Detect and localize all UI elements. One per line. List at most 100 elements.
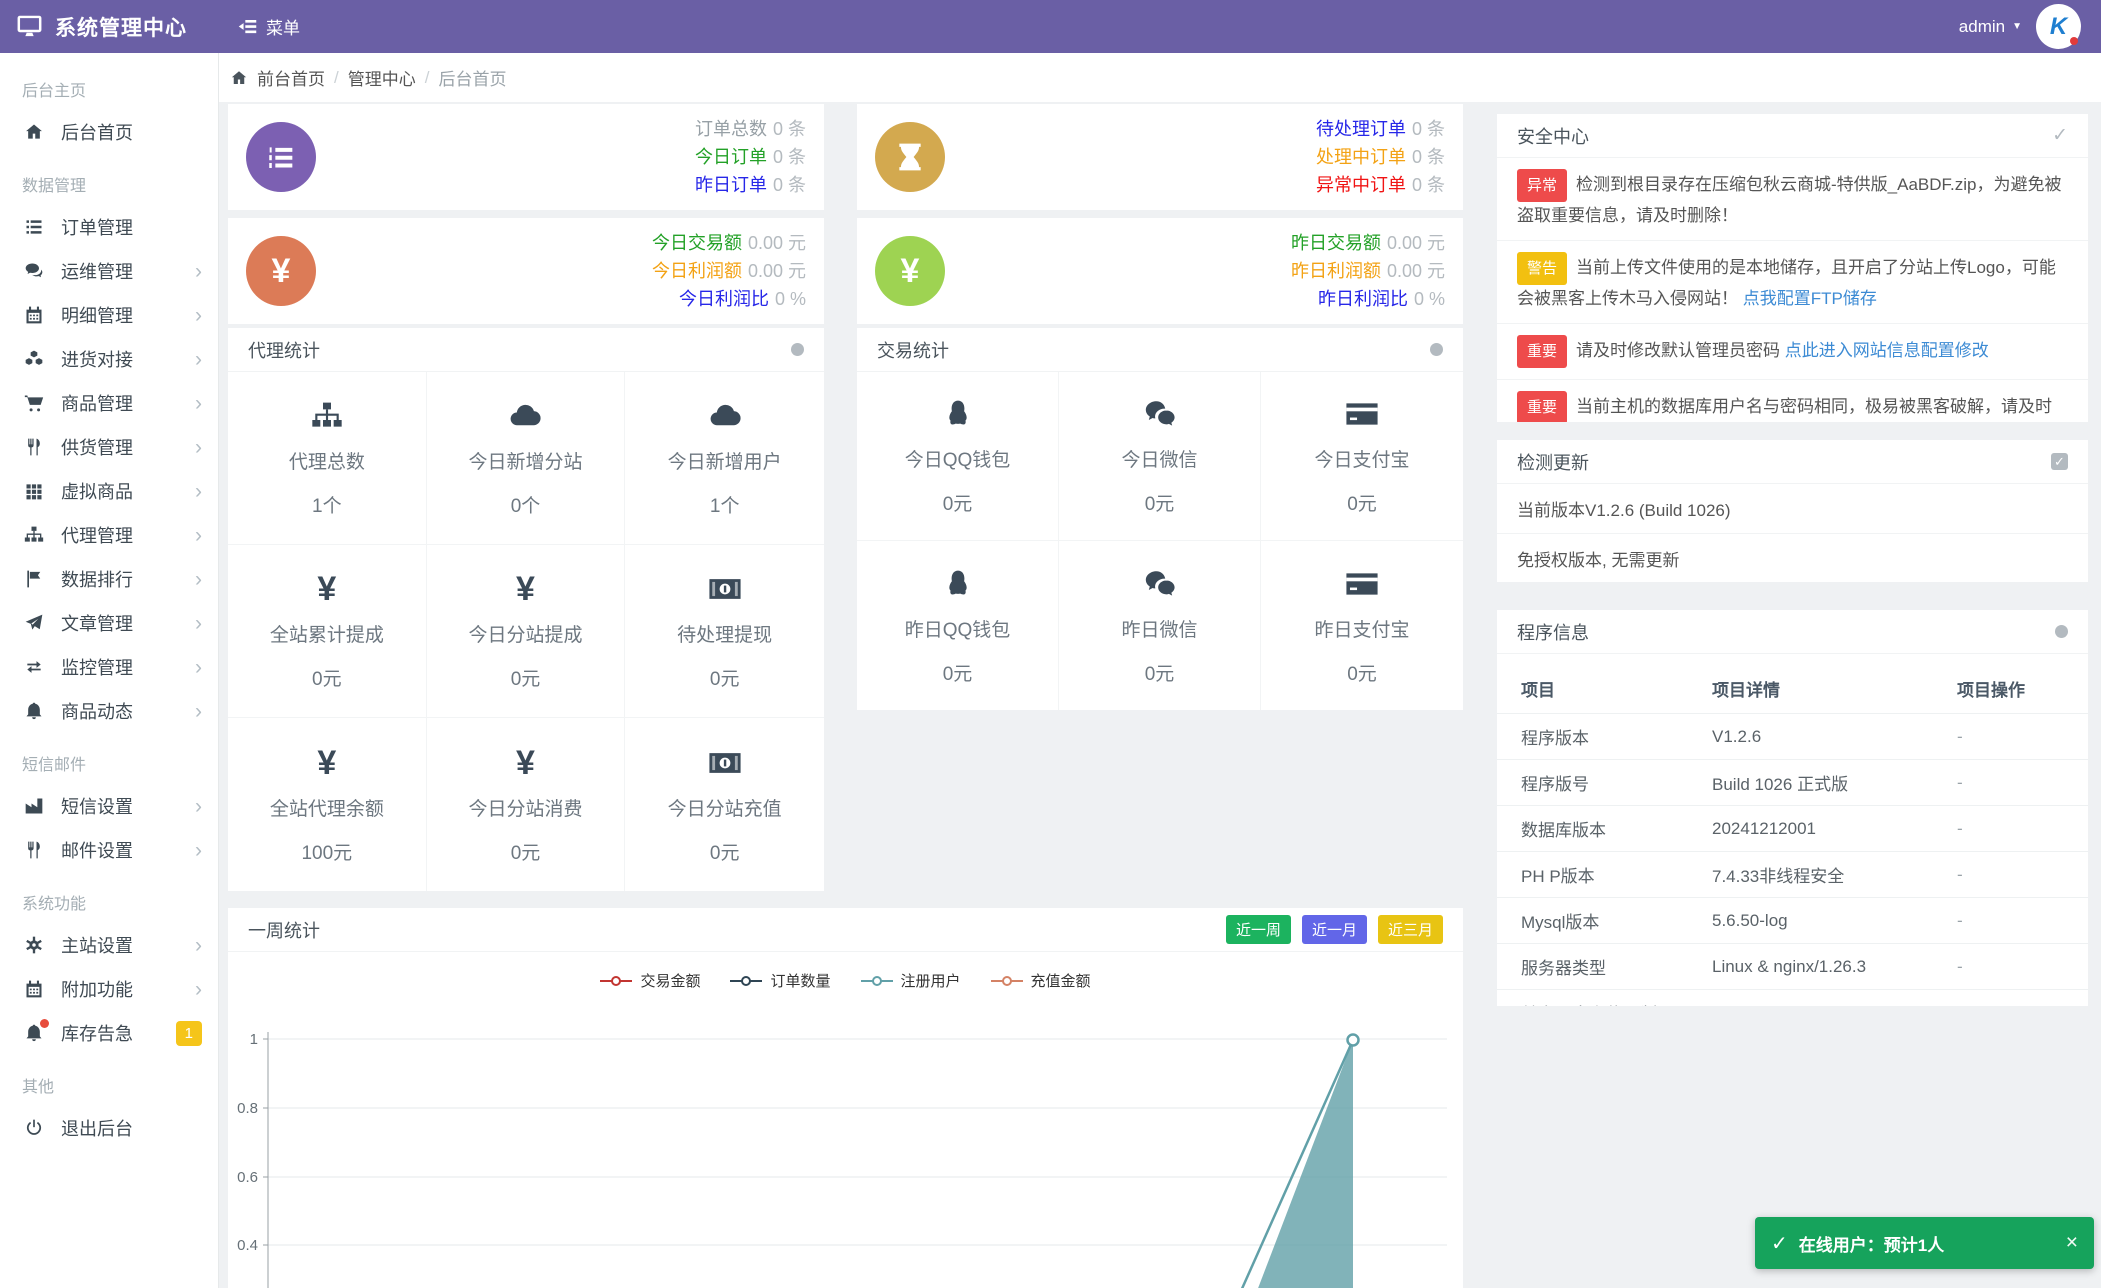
stat-cell-alipay-today: 今日支付宝 0元 [1261,372,1463,541]
dot-icon[interactable] [791,343,804,356]
qq-icon [942,396,974,432]
sidebar-item-site-settings[interactable]: 主站设置 › [0,923,218,967]
chevron-right-icon: › [195,347,202,371]
security-alert: 重要当前主机的数据库用户名与密码相同，极易被黑客破解，请及时修改数据库密码 [1497,380,2088,422]
dot-icon[interactable] [2055,625,2068,638]
sidebar-item-label: 明细管理 [61,306,133,326]
sidebar-item-orders[interactable]: 订单管理 [0,205,218,249]
sidebar-item-goods-news[interactable]: 商品动态 › [0,689,218,733]
sidebar-item-label: 后台首页 [61,123,133,143]
stat-cell-site-recharge: 今日分站充值 0元 [625,718,824,891]
alert-badge: 重要 [1517,335,1568,368]
sidebar-item-addons[interactable]: 附加功能 › [0,967,218,1011]
power-icon [24,1118,44,1138]
table-row: 程序版本 V1.2.6- [1497,713,2088,760]
pending-orders-card: 待处理订单 0 条 处理中订单 0 条 异常中订单 0 条 [857,104,1463,210]
range-quarter-button[interactable]: 近三月 [1377,915,1443,944]
avatar-dot [2070,37,2078,45]
sidebar-item-supply[interactable]: 供货管理 › [0,425,218,469]
table-row: 服务器类型 Linux & nginx/1.26.3- [1497,943,2088,990]
sidebar-item-stock-alert[interactable]: 库存告急 1 [0,1011,218,1055]
sidebar-item-sms-settings[interactable]: 短信设置 › [0,784,218,828]
sidebar-item-dashboard[interactable]: 后台首页 [0,110,218,154]
alert-badge: 异常 [1517,169,1568,202]
security-center-panel: 安全中心 ✓ 异常 检测到根目录存在压缩包秋云商城-特供版_AaBDF.zip，为避… [1497,114,2088,422]
comments-icon [24,261,44,281]
sidebar-item-goods[interactable]: 商品管理 › [0,381,218,425]
table-row: 单次最大上传限制500M- [1497,989,2088,1006]
credit-card-icon [1345,396,1379,432]
stat-cell-alipay-yesterday: 昨日支付宝 0元 [1261,541,1463,710]
brand[interactable]: 系统管理中心 [0,0,219,53]
chevron-right-icon: › [195,435,202,459]
yen-icon: ¥ [516,743,535,782]
stat-line: 昨日订单 0 条 [694,175,806,195]
site-logo-avatar[interactable]: K [2036,4,2081,49]
sidebar-item-virtual[interactable]: 虚拟商品 › [0,469,218,513]
sidebar-item-logout[interactable]: 退出后台 [0,1106,218,1150]
retweet-icon [24,657,44,677]
yesterday-trade-card: ¥ 昨日交易额 0.00 元 昨日利润额 0.00 元 昨日利润比 0 % [857,218,1463,324]
sidebar-item-mail-settings[interactable]: 邮件设置 › [0,828,218,872]
trade-stats-panel: 交易统计 今日QQ钱包 0元 今日微信 0元 今日支付宝 0元 昨日QQ钱包 0… [857,328,1463,710]
sidebar-item-details[interactable]: 明细管理 › [0,293,218,337]
sidebar-item-label: 商品动态 [61,702,133,722]
check-icon: ✓ [1771,1232,1788,1255]
close-icon[interactable]: × [2066,1231,2078,1255]
panel-title: 交易统计 [877,340,949,361]
range-month-button[interactable]: 近一月 [1301,915,1367,944]
panel-title: 代理统计 [248,340,320,361]
chevron-right-icon: › [195,977,202,1001]
sidebar-item-monitor[interactable]: 监控管理 › [0,645,218,689]
sidebar-item-purchase[interactable]: 进货对接 › [0,337,218,381]
alert-link[interactable]: 点此进入网站信息配置修改 [1785,341,1989,360]
range-week-button[interactable]: 近一周 [1225,915,1291,944]
sidebar-item-label: 主站设置 [61,936,133,956]
yen-icon: ¥ [317,570,337,608]
security-alert: 重要 请及时修改默认管理员密码 点此进入网站信息配置修改 [1497,324,2088,380]
breadcrumb-item[interactable]: 管理中心 [348,65,416,90]
sidebar-item-articles[interactable]: 文章管理 › [0,601,218,645]
panel-title: 安全中心 [1517,126,1589,147]
sidebar-item-label: 文章管理 [61,614,133,634]
online-users-toast: ✓ 在线用户：预计1人 × [1755,1217,2094,1269]
sidebar-toggle[interactable]: 菜单 [219,0,318,53]
data-point-marker[interactable] [1346,1033,1360,1047]
column-header: 项目操作 [1957,681,2025,700]
chevron-right-icon: › [195,523,202,547]
breadcrumb-item[interactable]: 前台首页 [257,65,325,90]
sidebar-section-home: 后台主页 [22,83,87,100]
sidebar-item-label: 库存告急 [61,1024,133,1044]
hourglass-icon [875,122,945,192]
list-ol-icon [246,122,316,192]
dot-icon[interactable] [1430,343,1443,356]
cubes-icon [24,349,44,369]
grid-icon [24,481,44,501]
stat-line: 今日利润比 0 % [678,289,806,309]
money-bill-icon [708,571,742,607]
sidebar-item-label: 数据排行 [61,570,133,590]
sidebar-item-ranking[interactable]: 数据排行 › [0,557,218,601]
chevron-right-icon: › [195,933,202,957]
stat-line: 异常中订单 0 条 [1315,175,1445,195]
sidebar-item-agents[interactable]: 代理管理 › [0,513,218,557]
stat-cell-qq-today: 今日QQ钱包 0元 [857,372,1059,541]
sidebar-item-ops[interactable]: 运维管理 › [0,249,218,293]
alert-link[interactable]: 点我配置FTP储存 [1743,289,1877,308]
sitemap-icon [311,398,343,434]
cutlery-icon [24,840,44,860]
user-dropdown[interactable]: admin ▼ [1959,17,2036,37]
stat-cell-agent-balance: ¥ 全站代理余额 100元 [228,718,427,891]
bell-icon [24,1019,49,1043]
list-icon [24,217,44,237]
security-alert: 异常 检测到根目录存在压缩包秋云商城-特供版_AaBDF.zip，为避免被盗取重要… [1497,158,2088,241]
check-icon[interactable]: ✓ [2052,124,2068,147]
hamburger-icon [238,19,257,34]
weekly-chart: 1 0.8 0.6 0.4 [237,1031,1447,1288]
stat-line: 昨日利润额 0.00 元 [1290,261,1445,281]
y-tick: 0.8 [237,1100,258,1117]
sidebar-section-system: 系统功能 [22,896,87,913]
toast-text: 在线用户：预计1人 [1798,1235,1945,1255]
breadcrumb-separator: / [334,67,339,87]
checkbox-checked-icon[interactable]: ✓ [2051,453,2068,470]
